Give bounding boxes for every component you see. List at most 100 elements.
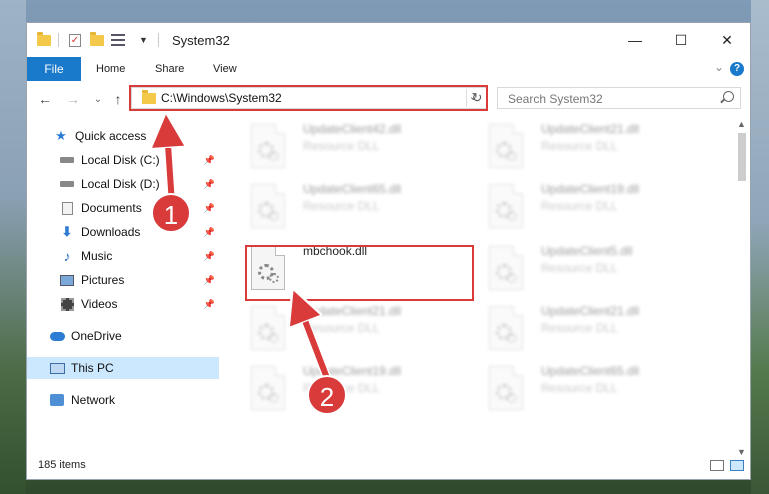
up-button[interactable]: ↑ xyxy=(109,90,127,108)
tab-view[interactable]: View xyxy=(213,57,237,81)
star-icon: ★ xyxy=(55,128,67,143)
sidebar-item-this-pc[interactable]: This PC xyxy=(27,357,219,379)
file-type: Resource DLL xyxy=(541,321,618,335)
item-count: 185 items xyxy=(38,459,86,471)
folder-icon xyxy=(37,31,51,48)
pin-icon[interactable]: 📌 xyxy=(204,251,215,262)
videos-icon xyxy=(59,297,75,311)
pin-icon[interactable]: 📌 xyxy=(204,203,215,214)
pin-icon[interactable]: 📌 xyxy=(204,155,215,166)
sidebar-item-local-disk-c[interactable]: Local Disk (C:) 📌 xyxy=(27,149,219,171)
view-toggle xyxy=(710,460,744,471)
file-name: UpdateClient65.dll xyxy=(541,364,640,378)
details-view-icon[interactable] xyxy=(710,460,724,471)
tab-file[interactable]: File xyxy=(27,57,81,81)
close-button[interactable]: ✕ xyxy=(704,23,750,57)
cloud-icon xyxy=(49,329,65,343)
minimize-button[interactable]: — xyxy=(612,23,658,57)
scrollbar-thumb[interactable] xyxy=(738,133,746,181)
scroll-down-icon[interactable]: ▼ xyxy=(737,447,746,457)
sidebar-item-downloads[interactable]: ⬇ Downloads 📌 xyxy=(27,221,219,243)
pictures-icon xyxy=(59,273,75,287)
list-item[interactable]: UpdateClient65.dll Resource DLL xyxy=(245,179,475,235)
file-name: UpdateClient42.dll xyxy=(303,122,402,136)
file-type: Resource DLL xyxy=(303,321,380,335)
forward-button[interactable]: → xyxy=(64,90,82,108)
sidebar-item-label: This PC xyxy=(71,361,114,375)
properties-check-icon[interactable]: ✓ xyxy=(69,32,81,48)
dll-file-icon xyxy=(489,306,523,350)
file-name: UpdateClient5.dll xyxy=(541,244,633,258)
maximize-button[interactable]: ☐ xyxy=(658,23,704,57)
pin-icon[interactable]: 📌 xyxy=(204,227,215,238)
network-icon xyxy=(49,393,65,407)
dll-file-icon xyxy=(251,184,285,228)
help-icon[interactable]: ? xyxy=(730,62,744,76)
sidebar-item-label: Pictures xyxy=(81,273,125,287)
file-name: UpdateClient21.dll xyxy=(541,122,640,136)
customize-toolbar-icon[interactable] xyxy=(111,32,125,48)
dll-file-icon xyxy=(251,366,285,410)
dll-file-icon xyxy=(489,246,523,290)
recent-locations-chevron-icon[interactable]: ⌄ xyxy=(89,90,107,108)
scroll-up-icon[interactable]: ▲ xyxy=(737,119,746,129)
file-name: UpdateClient21.dll xyxy=(541,304,640,318)
file-type: Resource DLL xyxy=(541,199,618,213)
list-item[interactable]: UpdateClient21.dll Resource DLL xyxy=(483,119,713,175)
pc-icon xyxy=(49,361,65,375)
sidebar-item-label: Local Disk (C:) xyxy=(81,153,160,167)
list-item[interactable]: UpdateClient19.dll Resource DLL xyxy=(483,179,713,235)
music-icon: ♪ xyxy=(63,248,71,264)
step-badge-1: 1 xyxy=(151,193,191,233)
sidebar-item-label: Documents xyxy=(81,201,142,215)
dll-file-icon xyxy=(489,184,523,228)
desktop-background-right xyxy=(751,0,769,494)
step-badge-2: 2 xyxy=(307,375,347,415)
sidebar-item-music[interactable]: ♪ Music 📌 xyxy=(27,245,219,267)
file-type: Resource DLL xyxy=(541,261,618,275)
tab-share[interactable]: Share xyxy=(155,57,184,81)
expand-ribbon-chevron-icon[interactable]: ⌄ xyxy=(714,60,724,74)
list-item[interactable]: UpdateClient42.dll Resource DLL xyxy=(245,119,475,175)
desktop-background-left xyxy=(0,0,26,494)
search-icon[interactable] xyxy=(723,91,734,102)
sidebar-item-videos[interactable]: Videos 📌 xyxy=(27,293,219,315)
sidebar-item-local-disk-d[interactable]: Local Disk (D:) 📌 xyxy=(27,173,219,195)
list-item[interactable]: UpdateClient5.dll Resource DLL xyxy=(483,241,713,297)
large-icons-view-icon[interactable] xyxy=(730,460,744,471)
dll-file-icon xyxy=(251,124,285,168)
file-type: Resource DLL xyxy=(541,381,618,395)
search-input[interactable]: Search System32 xyxy=(508,92,603,106)
sidebar-item-quick-access[interactable]: ★ Quick access xyxy=(27,125,219,147)
quick-access-dropdown-icon[interactable]: ▼ xyxy=(139,32,148,48)
search-box[interactable]: Search System32 xyxy=(497,87,741,109)
vertical-scrollbar[interactable]: ▲ ▼ xyxy=(734,119,750,457)
back-button[interactable]: ← xyxy=(36,90,54,108)
pin-icon[interactable]: 📌 xyxy=(204,299,215,310)
sidebar-item-onedrive[interactable]: OneDrive xyxy=(27,325,219,347)
drive-icon xyxy=(59,177,75,191)
navigation-pane: ★ Quick access Local Disk (C:) 📌 Local D… xyxy=(27,119,219,441)
file-explorer-window: ✓ ▼ System32 — ☐ ✕ File Home Share View … xyxy=(26,22,751,480)
ribbon-tabs: File Home Share View ⌄ ? xyxy=(27,57,750,81)
tab-home[interactable]: Home xyxy=(96,57,125,81)
sidebar-item-label: Quick access xyxy=(75,129,147,143)
documents-icon xyxy=(59,201,75,215)
list-item[interactable]: UpdateClient65.dll Resource DLL xyxy=(483,361,713,417)
sidebar-item-label: Downloads xyxy=(81,225,141,239)
sidebar-item-network[interactable]: Network xyxy=(27,389,219,411)
sep xyxy=(58,32,59,48)
sidebar-item-pictures[interactable]: Pictures 📌 xyxy=(27,269,219,291)
window-title: System32 xyxy=(172,33,230,48)
list-item[interactable]: UpdateClient21.dll Resource DLL xyxy=(483,301,713,357)
pin-icon[interactable]: 📌 xyxy=(204,179,215,190)
sidebar-item-label: OneDrive xyxy=(71,329,122,343)
sidebar-item-label: Local Disk (D:) xyxy=(81,177,160,191)
navigation-bar: ← → ⌄ ↑ C:\Windows\System32 ⌄ ↻ Search S… xyxy=(27,85,750,113)
list-item[interactable]: UpdateClient19.dll Resource DLL xyxy=(245,361,475,417)
dll-file-icon xyxy=(251,306,285,350)
list-item[interactable]: UpdateClient21.dll Resource DLL xyxy=(245,301,475,357)
file-type: Resource DLL xyxy=(303,199,380,213)
new-folder-icon[interactable] xyxy=(90,31,104,48)
pin-icon[interactable]: 📌 xyxy=(204,275,215,286)
